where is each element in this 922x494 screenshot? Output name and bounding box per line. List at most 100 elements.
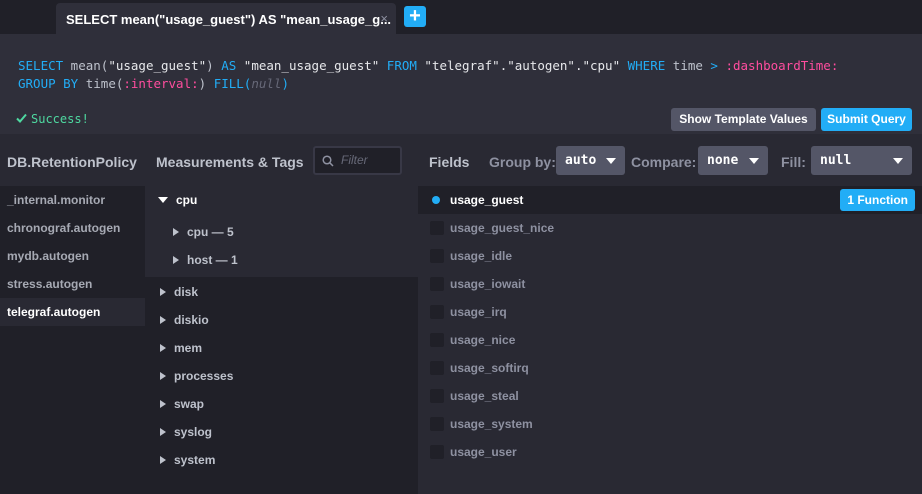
field-item-selected[interactable]: usage_guest 1 Function: [418, 186, 922, 214]
measurement-item[interactable]: processes: [160, 362, 233, 390]
db-item[interactable]: _internal.monitor: [0, 186, 145, 214]
checkbox[interactable]: [430, 221, 444, 235]
search-icon: [322, 155, 334, 167]
field-item[interactable]: usage_iowait: [418, 270, 922, 298]
source-string: "telegraf"."autogen"."cpu": [416, 58, 628, 73]
fn-mean: mean(: [63, 58, 109, 73]
checkbox[interactable]: [430, 445, 444, 459]
field-label: usage_irq: [450, 305, 507, 319]
close-icon[interactable]: ×: [380, 11, 388, 26]
fn-time: time(: [78, 76, 124, 91]
caret-right-icon: [160, 288, 166, 296]
field-label: usage_softirq: [450, 361, 529, 375]
kw-select: SELECT: [18, 58, 64, 73]
checkbox[interactable]: [430, 249, 444, 263]
field-label: usage_iowait: [450, 277, 526, 291]
selected-dot-icon: [432, 196, 440, 204]
filter-box[interactable]: [313, 146, 402, 175]
caret-right-icon: [160, 344, 166, 352]
db-item[interactable]: mydb.autogen: [0, 242, 145, 270]
submit-query-button[interactable]: Submit Query: [821, 108, 912, 131]
measurement-label: swap: [174, 397, 205, 411]
db-column-title: DB.RetentionPolicy: [7, 154, 137, 170]
field-label: usage_steal: [450, 389, 519, 403]
query-editor[interactable]: SELECT mean("usage_guest") AS "mean_usag…: [0, 34, 922, 134]
check-icon: [16, 112, 27, 126]
caret-down-icon: [158, 197, 168, 203]
status-text: Success!: [31, 112, 89, 126]
measurement-item[interactable]: disk: [160, 278, 198, 306]
measurement-item[interactable]: mem: [160, 334, 202, 362]
group-by-label: Group by:: [489, 154, 556, 170]
caret-right-icon: [173, 228, 179, 236]
checkbox[interactable]: [430, 333, 444, 347]
fill-dropdown[interactable]: null: [811, 146, 912, 175]
checkbox[interactable]: [430, 277, 444, 291]
checkbox[interactable]: [430, 361, 444, 375]
field-item[interactable]: usage_guest_nice: [418, 214, 922, 242]
field-item[interactable]: usage_system: [418, 410, 922, 438]
checkbox[interactable]: [430, 417, 444, 431]
field-item[interactable]: usage_user: [418, 438, 922, 466]
checkbox[interactable]: [430, 305, 444, 319]
field-item[interactable]: usage_idle: [418, 242, 922, 270]
time-word: time: [665, 58, 711, 73]
db-item-selected[interactable]: telegraf.autogen: [0, 298, 145, 326]
measurement-label: mem: [174, 341, 203, 355]
checkbox[interactable]: [430, 389, 444, 403]
caret-right-icon: [160, 428, 166, 436]
measurement-item[interactable]: diskio: [160, 306, 209, 334]
tag-item[interactable]: host — 1: [173, 246, 238, 274]
measurements-column-title: Measurements & Tags: [156, 154, 304, 170]
template-dashboard-time: :dashboardTime:: [717, 58, 839, 73]
fill-value: null: [820, 153, 852, 168]
measurement-item-cpu[interactable]: cpu: [158, 186, 197, 214]
db-item[interactable]: chronograf.autogen: [0, 214, 145, 242]
field-label: usage_idle: [450, 249, 513, 263]
group-by-dropdown[interactable]: auto: [556, 146, 625, 175]
measurement-item[interactable]: swap: [160, 390, 204, 418]
compare-dropdown[interactable]: none: [698, 146, 768, 175]
measurement-label: syslog: [174, 425, 213, 439]
measurement-label: system: [174, 453, 216, 467]
kw-as: AS: [221, 58, 237, 73]
field-item[interactable]: usage_irq: [418, 298, 922, 326]
field-item[interactable]: usage_softirq: [418, 354, 922, 382]
measurement-item[interactable]: syslog: [160, 418, 212, 446]
tag-label: cpu — 5: [187, 225, 234, 239]
measurement-label: processes: [174, 369, 234, 383]
query-status: Success!: [16, 112, 89, 126]
group-by-value: auto: [565, 153, 597, 168]
field-string: "usage_guest": [108, 58, 207, 73]
null-literal: null: [251, 76, 282, 91]
compare-label: Compare:: [631, 154, 697, 170]
query-tab-label: SELECT mean("usage_guest") AS "mean_usag…: [66, 12, 392, 27]
show-template-values-button[interactable]: Show Template Values: [671, 108, 816, 131]
fields-list: usage_guest 1 Function usage_guest_nice …: [418, 186, 922, 494]
field-item[interactable]: usage_steal: [418, 382, 922, 410]
paren-close-2: ): [198, 76, 214, 91]
tab-bar: SELECT mean("usage_guest") AS "mean_usag…: [0, 0, 922, 34]
fields-column-title: Fields: [429, 154, 470, 170]
measurement-item[interactable]: system: [160, 446, 215, 474]
field-item[interactable]: usage_nice: [418, 326, 922, 354]
tag-label: host — 1: [187, 253, 238, 267]
chevron-down-icon: [606, 158, 616, 164]
query-text[interactable]: SELECT mean("usage_guest") AS "mean_usag…: [18, 57, 838, 93]
function-button[interactable]: 1 Function: [840, 189, 915, 211]
chevron-down-icon: [893, 158, 903, 164]
kw-from: FROM: [386, 58, 417, 73]
operator-gt: >: [710, 58, 718, 73]
measurements-list: cpu cpu — 5 host — 1 disk diskio mem pro…: [145, 186, 418, 494]
tag-item[interactable]: cpu — 5: [173, 218, 234, 246]
kw-group-by: GROUP BY: [18, 76, 79, 91]
db-list: _internal.monitor chronograf.autogen myd…: [0, 186, 145, 494]
add-tab-button[interactable]: +: [404, 6, 426, 27]
db-item[interactable]: stress.autogen: [0, 270, 145, 298]
filter-input[interactable]: [341, 153, 397, 167]
query-tab[interactable]: SELECT mean("usage_guest") AS "mean_usag…: [56, 3, 396, 34]
paren-close-3: ): [281, 76, 289, 91]
caret-right-icon: [173, 256, 179, 264]
caret-right-icon: [160, 456, 166, 464]
field-label: usage_user: [450, 445, 517, 459]
